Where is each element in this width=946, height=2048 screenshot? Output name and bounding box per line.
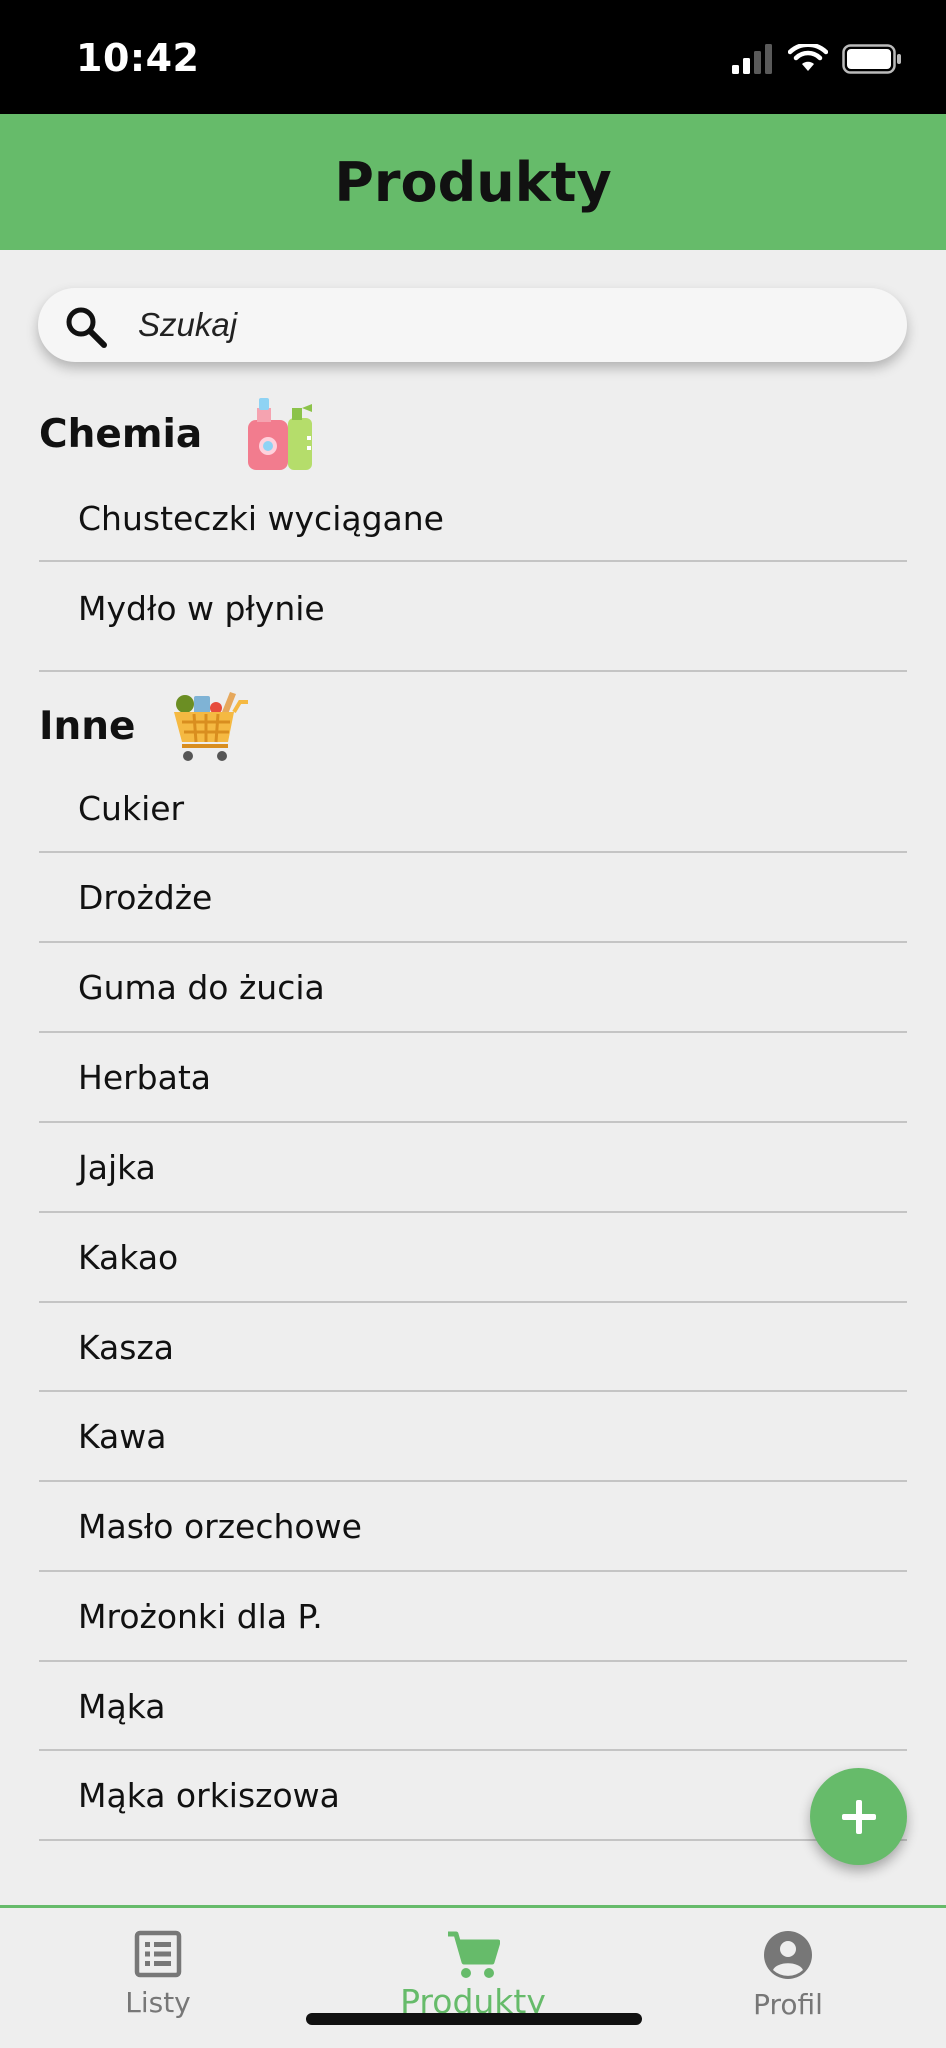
nav-label: Profil: [753, 1988, 823, 2021]
list-item[interactable]: Kasza: [39, 1303, 907, 1392]
signal-icon: [732, 44, 772, 74]
section-title: Chemia: [39, 411, 203, 457]
page-title: Produkty: [334, 150, 612, 214]
status-time: 10:42: [76, 36, 200, 80]
list-item-label: Drożdże: [78, 878, 213, 917]
list-item-label: Kawa: [78, 1417, 167, 1456]
list-item-label: Mąka: [78, 1687, 166, 1726]
list-item[interactable]: Herbata: [39, 1033, 907, 1123]
bottom-navigation: Listy Produkty Profil: [0, 1905, 946, 2048]
app-bar: Produkty: [0, 114, 946, 250]
cart-icon: [448, 1931, 500, 1978]
list-item-label: Guma do żucia: [78, 968, 325, 1007]
list-item-label: Chusteczki wyciągane: [78, 499, 444, 538]
list-item-label: Jajka: [78, 1148, 156, 1187]
section-header-chemia: Chemia: [39, 396, 316, 472]
list-item[interactable]: Chusteczki wyciągane: [39, 472, 907, 562]
list-item[interactable]: Jajka: [39, 1123, 907, 1213]
list-item-label: Mrożonki dla P.: [78, 1597, 323, 1636]
list-item[interactable]: Cukier: [39, 764, 907, 853]
search-bar[interactable]: [38, 288, 907, 362]
list-item[interactable]: Kakao: [39, 1213, 907, 1303]
status-icons: [732, 42, 902, 76]
list-item-label: Herbata: [78, 1058, 212, 1097]
shopping-cart-groceries-icon: [173, 692, 248, 761]
nav-item-profil[interactable]: Profil: [688, 1908, 888, 2048]
list-item[interactable]: Mydło w płynie: [39, 562, 907, 672]
plus-icon: [841, 1799, 876, 1834]
list-item-label: Kakao: [78, 1238, 179, 1277]
profile-icon: [764, 1931, 812, 1979]
section-title: Inne: [39, 703, 136, 749]
battery-icon: [842, 44, 901, 74]
list-item[interactable]: Kawa: [39, 1392, 907, 1482]
nav-item-listy[interactable]: Listy: [58, 1908, 258, 2048]
home-indicator: [306, 2013, 642, 2025]
list-item-label: Mąka orkiszowa: [78, 1776, 340, 1815]
search-icon: [66, 307, 107, 348]
list-icon: [134, 1930, 182, 1978]
list-item[interactable]: Mąka: [39, 1662, 907, 1751]
nav-item-produkty[interactable]: Produkty: [373, 1908, 573, 2048]
list-item[interactable]: Masło orzechowe: [39, 1482, 907, 1572]
list-item[interactable]: Drożdże: [39, 853, 907, 943]
list-item-label: Cukier: [78, 789, 185, 828]
section-header-inne: Inne: [39, 688, 248, 764]
list-item[interactable]: Guma do żucia: [39, 943, 907, 1033]
list-item-label: Kasza: [78, 1328, 175, 1367]
list-item[interactable]: Mąka orkiszowa: [39, 1751, 907, 1841]
cleaning-bottles-icon: [248, 398, 313, 470]
status-bar: 10:42: [0, 0, 946, 114]
wifi-icon: [788, 44, 828, 71]
list-item-label: Masło orzechowe: [78, 1507, 362, 1546]
nav-label: Listy: [125, 1986, 191, 2019]
search-input[interactable]: [138, 288, 878, 362]
list-item-label: Mydło w płynie: [78, 589, 325, 628]
list-item[interactable]: Mrożonki dla P.: [39, 1572, 907, 1662]
add-product-button[interactable]: [810, 1768, 907, 1865]
